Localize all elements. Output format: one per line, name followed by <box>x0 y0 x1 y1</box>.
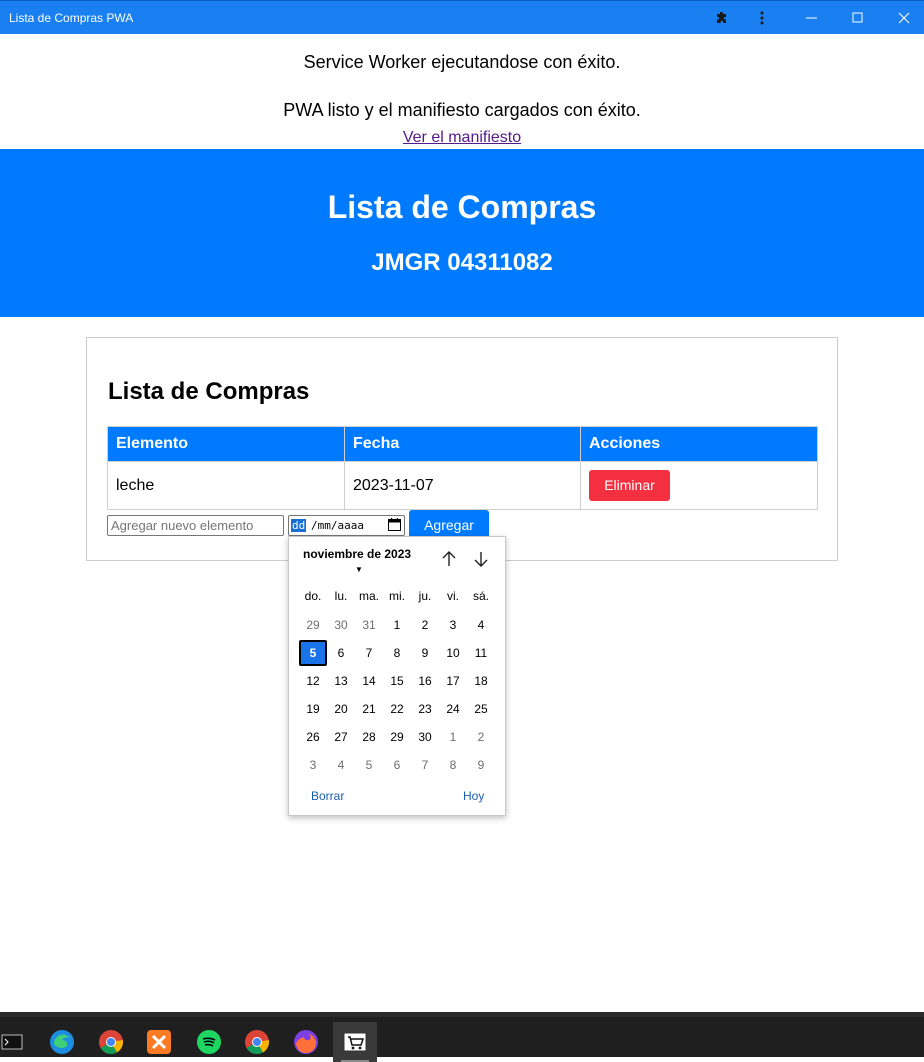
item-date: 2023-11-07 <box>344 461 581 510</box>
manifest-link-wrapper: Ver el manifiesto <box>0 129 924 147</box>
delete-button[interactable]: Eliminar <box>589 470 670 501</box>
calendar-day[interactable]: 29 <box>383 724 411 750</box>
calendar-day[interactable]: 6 <box>327 640 355 666</box>
calendar-day[interactable]: 29 <box>299 612 327 638</box>
minimize-icon[interactable] <box>792 1 832 35</box>
selected-day[interactable]: 5 <box>299 640 327 666</box>
calendar-day[interactable]: 15 <box>383 668 411 694</box>
xampp-icon[interactable] <box>137 1022 181 1062</box>
calendar-day[interactable]: 25 <box>467 696 495 722</box>
new-item-input[interactable]: Agregar nuevo elemento <box>107 515 284 536</box>
previous-month-arrow-icon[interactable] <box>439 549 459 569</box>
weekday-header: vi. <box>447 589 459 603</box>
calendar-day[interactable]: 30 <box>411 724 439 750</box>
header-banner: Lista de Compras JMGR 04311082 <box>0 149 924 317</box>
spotify-icon[interactable] <box>187 1022 231 1062</box>
calendar-day[interactable]: 2 <box>411 612 439 638</box>
calendar-day[interactable]: 11 <box>467 640 495 666</box>
calendar-day[interactable]: 23 <box>411 696 439 722</box>
month-dropdown-caret-icon[interactable]: ▼ <box>355 565 363 574</box>
weekday-header: mi. <box>389 589 405 603</box>
calendar-day[interactable]: 30 <box>327 612 355 638</box>
date-input[interactable]: dd /mm/aaaa <box>288 515 405 536</box>
today-button[interactable]: Hoy <box>463 789 484 803</box>
date-month-year-segments[interactable]: /mm/aaaa <box>311 519 364 532</box>
calendar-day[interactable]: 4 <box>327 752 355 778</box>
extensions-icon[interactable] <box>702 1 742 35</box>
calendar-day[interactable]: 10 <box>439 640 467 666</box>
calendar-day[interactable]: 7 <box>355 640 383 666</box>
calendar-day[interactable]: 1 <box>439 724 467 750</box>
calendar-day[interactable]: 12 <box>299 668 327 694</box>
date-day-segment[interactable]: dd <box>291 519 307 532</box>
month-year-selector[interactable]: noviembre de 2023 <box>303 547 411 561</box>
calendar-day[interactable]: 26 <box>299 724 327 750</box>
manifest-link[interactable]: Ver el manifiesto <box>403 129 521 146</box>
chrome-profile-icon[interactable] <box>235 1022 279 1062</box>
column-header-acciones: Acciones <box>580 426 818 462</box>
calendar-day[interactable]: 5 <box>355 752 383 778</box>
calendar-day[interactable]: 27 <box>327 724 355 750</box>
calendar-day[interactable]: 3 <box>439 612 467 638</box>
os-taskbar <box>0 1012 924 1062</box>
calendar-day[interactable]: 24 <box>439 696 467 722</box>
calendar-day[interactable]: 4 <box>467 612 495 638</box>
page-title: Lista de Compras <box>327 189 597 225</box>
weekday-header: do. <box>304 589 322 603</box>
calendar-day[interactable]: 22 <box>383 696 411 722</box>
card-title: Lista de Compras <box>108 378 310 405</box>
calendar-day[interactable]: 16 <box>411 668 439 694</box>
calendar-day[interactable]: 14 <box>355 668 383 694</box>
calendar-day[interactable]: 3 <box>299 752 327 778</box>
window-titlebar: Lista de Compras PWA <box>0 0 924 34</box>
calendar-day[interactable]: 6 <box>383 752 411 778</box>
clear-date-button[interactable]: Borrar <box>311 789 344 803</box>
next-month-arrow-icon[interactable] <box>471 549 491 569</box>
calendar-icon[interactable] <box>388 518 401 531</box>
calendar-day[interactable]: 13 <box>327 668 355 694</box>
item-name: leche <box>107 461 345 510</box>
table-header-row: Elemento Fecha Acciones <box>107 426 818 462</box>
edge-icon[interactable] <box>40 1022 84 1062</box>
calendar-day[interactable]: 9 <box>467 752 495 778</box>
chrome-icon[interactable] <box>89 1022 133 1062</box>
calendar-day[interactable]: 8 <box>383 640 411 666</box>
item-actions: Eliminar <box>580 461 818 510</box>
close-icon[interactable] <box>884 1 924 35</box>
weekday-header: ju. <box>418 589 432 603</box>
calendar-day[interactable]: 17 <box>439 668 467 694</box>
calendar-day[interactable]: 28 <box>355 724 383 750</box>
weekday-header: sá. <box>472 589 489 603</box>
firefox-icon[interactable] <box>284 1022 328 1062</box>
date-picker-popup: noviembre de 2023 ▼ do. lu. ma. mi. ju. vi. sá… <box>288 536 506 816</box>
column-header-fecha: Fecha <box>344 426 581 462</box>
calendar-day[interactable]: 18 <box>467 668 495 694</box>
calendar-day[interactable]: 9 <box>411 640 439 666</box>
maximize-icon[interactable] <box>838 1 878 35</box>
terminal-icon[interactable] <box>0 1022 34 1062</box>
calendar-day[interactable]: 7 <box>411 752 439 778</box>
calendar-day[interactable]: 20 <box>327 696 355 722</box>
new-item-placeholder: Agregar nuevo elemento <box>111 518 254 533</box>
table-row: leche 2023-11-07 Eliminar <box>107 461 818 510</box>
calendar-day[interactable]: 31 <box>355 612 383 638</box>
shopping-table: Elemento Fecha Acciones leche 2023-11-07… <box>107 426 818 510</box>
manifest-status: PWA listo y el manifiesto cargados con é… <box>283 100 641 120</box>
column-header-elemento: Elemento <box>107 426 345 462</box>
shopping-cart-app-icon[interactable] <box>333 1022 377 1062</box>
window-title: Lista de Compras PWA <box>9 11 134 25</box>
more-options-icon[interactable] <box>742 1 782 35</box>
weekday-header: ma. <box>358 589 379 603</box>
weekday-header: lu. <box>334 589 348 603</box>
calendar-day[interactable]: 21 <box>355 696 383 722</box>
calendar-day[interactable]: 8 <box>439 752 467 778</box>
calendar-day[interactable]: 2 <box>467 724 495 750</box>
page-subtitle: JMGR 04311082 <box>371 249 553 276</box>
calendar-day[interactable]: 1 <box>383 612 411 638</box>
calendar-day[interactable]: 19 <box>299 696 327 722</box>
service-worker-status: Service Worker ejecutandose con éxito. <box>303 52 621 72</box>
